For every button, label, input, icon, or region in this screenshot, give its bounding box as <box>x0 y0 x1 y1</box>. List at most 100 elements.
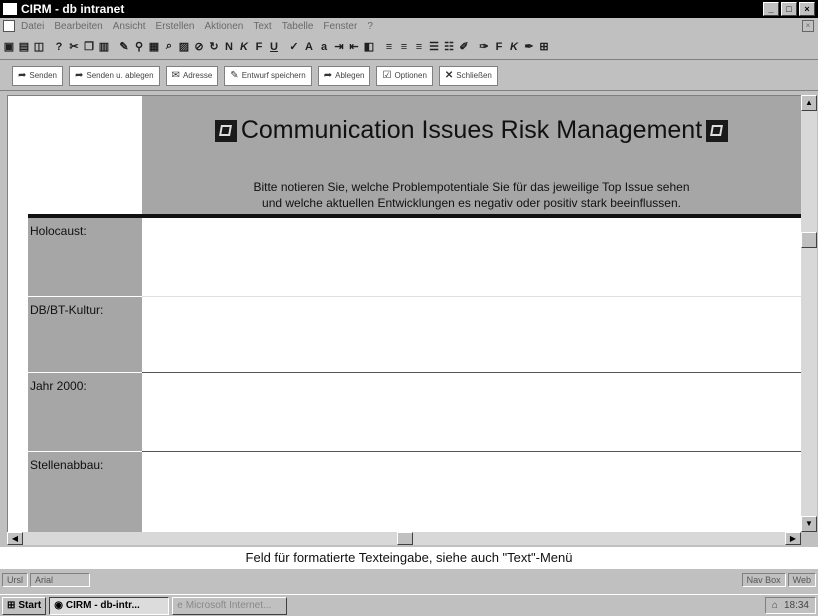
options-button[interactable]: ☑ Optionen <box>376 65 433 86</box>
db-logo-icon-right <box>706 120 729 143</box>
issue-text-field[interactable] <box>142 297 801 372</box>
scroll-up-icon[interactable]: ▲ <box>801 95 817 111</box>
print-icon[interactable]: ▤ <box>17 39 31 55</box>
highlight-icon[interactable]: ✐ <box>457 39 471 55</box>
align-right-icon[interactable]: ≡ <box>412 39 426 55</box>
menu-help[interactable]: ? <box>367 21 373 32</box>
image-icon[interactable]: ▨ <box>177 39 191 55</box>
web-panel[interactable]: Web <box>787 573 816 587</box>
window-title: CIRM - db intranet <box>21 2 125 16</box>
maximize-button[interactable]: □ <box>781 2 797 16</box>
field-hint: Feld für formatierte Texteingabe, siehe … <box>0 547 818 569</box>
cut-icon[interactable]: ✂ <box>67 39 81 55</box>
task-cirm[interactable]: ◉ CIRM - db-intr... <box>49 596 170 615</box>
title-bar[interactable]: CIRM - db intranet _ □ × <box>0 0 818 18</box>
table-icon[interactable]: ▦ <box>147 39 161 55</box>
font-size-icon[interactable]: A <box>302 39 316 55</box>
attach-icon[interactable]: ⊘ <box>192 39 206 55</box>
menu-ansicht[interactable]: Ansicht <box>113 21 146 32</box>
start-button[interactable]: ⊞ Start <box>2 596 47 615</box>
vertical-scrollbar[interactable]: ▲ ▼ <box>801 95 817 532</box>
issue-row-db-bt-kultur: DB/BT-Kultur: <box>28 297 801 372</box>
indent-icon[interactable]: ⇥ <box>332 39 346 55</box>
align-left-icon[interactable]: ≡ <box>382 39 396 55</box>
status-panel[interactable]: Ursl <box>2 573 28 587</box>
refresh-icon[interactable]: ↻ <box>207 39 221 55</box>
italic-k-button[interactable]: K <box>237 39 251 55</box>
issue-text-field[interactable] <box>142 373 801 451</box>
issue-label: DB/BT-Kultur: <box>28 297 142 372</box>
bold-f2-button[interactable]: F <box>492 39 506 55</box>
preview-icon[interactable]: ◫ <box>32 39 46 55</box>
issue-text-field[interactable] <box>142 218 801 296</box>
menu-bearbeiten[interactable]: Bearbeiten <box>54 21 102 32</box>
align-center-icon[interactable]: ≡ <box>397 39 411 55</box>
send-button[interactable]: ➦ Senden <box>12 65 63 86</box>
n-button[interactable]: N <box>222 39 236 55</box>
italic-k2-button[interactable]: K <box>507 39 521 55</box>
issue-row-stellenabbau: Stellenabbau: <box>28 452 801 533</box>
spell-icon[interactable]: ✓ <box>287 39 301 55</box>
draft-icon: ✎ <box>230 70 239 81</box>
document-area: Communication Issues Risk Management Bit… <box>7 95 801 533</box>
menu-datei[interactable]: Datei <box>21 21 44 32</box>
menu-erstellen[interactable]: Erstellen <box>156 21 195 32</box>
pen-icon[interactable]: ✎ <box>117 39 131 55</box>
menu-fenster[interactable]: Fenster <box>323 21 357 32</box>
underline-button[interactable]: U <box>267 39 281 55</box>
paste-icon[interactable]: ▥ <box>97 39 111 55</box>
address-button[interactable]: ✉ Adresse <box>165 65 219 86</box>
close-button[interactable]: × <box>799 2 815 16</box>
close-doc-button[interactable]: ✕ Schließen <box>438 65 498 86</box>
format-icon[interactable]: ✒ <box>522 39 536 55</box>
table2-icon[interactable]: ⊞ <box>537 39 551 55</box>
copy-icon[interactable]: ❐ <box>82 39 96 55</box>
network-icon[interactable]: ⌂ <box>772 600 778 611</box>
options-icon: ☑ <box>382 70 392 81</box>
notes-icon: ◉ <box>54 600 63 611</box>
clock: 18:34 <box>783 600 809 611</box>
form-header: Communication Issues Risk Management Bit… <box>142 96 801 214</box>
vertical-scroll-thumb[interactable] <box>801 232 817 248</box>
scroll-right-icon[interactable]: ▶ <box>785 532 801 545</box>
db-logo-icon <box>214 120 237 143</box>
find-icon[interactable]: ⌕ <box>162 39 176 55</box>
browser-icon: e <box>177 600 183 611</box>
menu-text[interactable]: Text <box>253 21 271 32</box>
save-draft-button[interactable]: ✎ Entwurf speichern <box>224 65 312 86</box>
bullet-list-icon[interactable]: ☰ <box>427 39 441 55</box>
address-icon: ✉ <box>171 70 180 81</box>
issue-text-field[interactable] <box>142 452 801 533</box>
menu-tabelle[interactable]: Tabelle <box>282 21 314 32</box>
system-tray: ⌂ 18:34 <box>764 597 816 614</box>
send-icon: ➦ <box>18 70 27 81</box>
scroll-left-icon[interactable]: ◀ <box>7 532 23 545</box>
send-file-icon: ➦ <box>74 70 84 81</box>
document-close-button[interactable]: × <box>802 20 814 32</box>
style-icon[interactable]: ✑ <box>477 39 491 55</box>
file-button[interactable]: ➦ Ablegen <box>317 65 371 86</box>
font-panel[interactable]: Arial <box>30 573 90 587</box>
task-internet-explorer[interactable]: e Microsoft Internet... <box>172 596 288 615</box>
nav-panel[interactable]: Nav Box <box>741 573 786 587</box>
horizontal-scrollbar[interactable]: ◀ ▶ <box>7 532 801 545</box>
bold-f-button[interactable]: F <box>252 39 266 55</box>
scroll-down-icon[interactable]: ▼ <box>801 516 817 532</box>
app-icon <box>3 3 17 15</box>
instructions: Bitte notieren Sie, welche Problempotent… <box>253 180 690 210</box>
color-icon[interactable]: ◧ <box>362 39 376 55</box>
numbered-list-icon[interactable]: ☷ <box>442 39 456 55</box>
minimize-button[interactable]: _ <box>763 2 779 16</box>
folder-icon: ➦ <box>323 70 333 81</box>
page-title: Communication Issues Risk Management <box>142 116 801 145</box>
issue-label: Stellenabbau: <box>28 452 142 533</box>
link-icon[interactable]: ⚲ <box>132 39 146 55</box>
save-icon[interactable]: ▣ <box>2 39 16 55</box>
send-and-file-button[interactable]: ➦ Senden u. ablegen <box>68 65 160 86</box>
help-icon[interactable]: ? <box>52 39 66 55</box>
horizontal-scroll-thumb[interactable] <box>397 532 413 545</box>
outdent-icon[interactable]: ⇤ <box>347 39 361 55</box>
menu-aktionen[interactable]: Aktionen <box>204 21 243 32</box>
font-shrink-icon[interactable]: a <box>317 39 331 55</box>
windows-logo-icon: ⊞ <box>7 600 16 611</box>
